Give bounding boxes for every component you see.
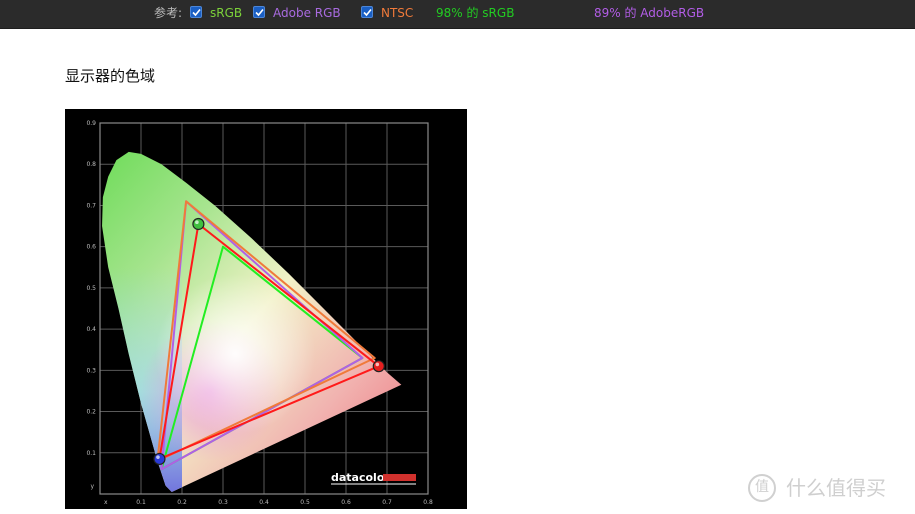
y-tick-label: 0.1 xyxy=(86,450,96,457)
srgb-label[interactable]: sRGB xyxy=(210,0,242,26)
x-tick-label: 0.4 xyxy=(259,499,269,506)
reference-toolbar: 参考: sRGB Adobe RGB NTSC 98% 的 sRGB 89% 的… xyxy=(0,0,915,29)
y-tick-label: 0.8 xyxy=(86,161,96,168)
adobergb-coverage: 89% 的 AdobeRGB xyxy=(594,6,705,20)
x-tick-label: 0.5 xyxy=(300,499,310,506)
x-axis-label: x xyxy=(104,499,108,506)
x-tick-label: 0.8 xyxy=(423,499,433,506)
primary-point-highlight xyxy=(375,362,380,367)
y-tick-label: 0.5 xyxy=(86,285,96,292)
y-tick-label: 0.3 xyxy=(86,367,96,374)
srgb-checkbox[interactable] xyxy=(190,6,202,18)
cie-chromaticity-diagram: 0.1 0.2 0.3 0.4 0.5 0.6 0.7 0.8 0.1 0.2 0.3 0.4 0.5 0… xyxy=(86,120,433,506)
brand-red-bar xyxy=(383,474,416,481)
srgb-coverage: 98% 的 sRGB xyxy=(436,6,515,20)
y-tick-label: 0.2 xyxy=(86,409,96,416)
x-tick-label: 0.7 xyxy=(382,499,392,506)
ntsc-checkbox[interactable] xyxy=(361,6,373,18)
primary-point-green xyxy=(192,217,205,231)
datacolor-brand: datacolor xyxy=(331,471,390,484)
primary-point-highlight xyxy=(156,455,160,459)
adobe-rgb-checkbox[interactable] xyxy=(253,6,265,18)
y-tick-label: 0.4 xyxy=(86,326,96,333)
x-tick-label: 0.1 xyxy=(136,499,146,506)
x-tick-label: 0.3 xyxy=(218,499,228,506)
gamut-chart: 0.1 0.2 0.3 0.4 0.5 0.6 0.7 0.8 0.1 0.2 0.3 0.4 0.5 0… xyxy=(65,109,467,509)
x-tick-label: 0.6 xyxy=(341,499,351,506)
primary-point-red xyxy=(372,360,385,373)
watermark-text: 什么值得买 xyxy=(786,476,886,500)
y-axis-label: y xyxy=(90,483,94,490)
section-heading: 显示器的色域 xyxy=(65,67,156,85)
ntsc-label[interactable]: NTSC xyxy=(381,0,413,26)
primary-point-highlight xyxy=(195,220,199,224)
watermark-logo-icon: 值 xyxy=(748,474,776,502)
primary-point-blue xyxy=(153,452,166,466)
y-tick-label: 0.7 xyxy=(86,202,96,209)
adobe-rgb-label[interactable]: Adobe RGB xyxy=(273,0,341,26)
x-tick-label: 0.2 xyxy=(177,499,187,506)
y-tick-label: 0.9 xyxy=(86,120,96,127)
y-tick-label: 0.6 xyxy=(86,244,96,251)
reference-label: 参考: xyxy=(154,6,183,20)
